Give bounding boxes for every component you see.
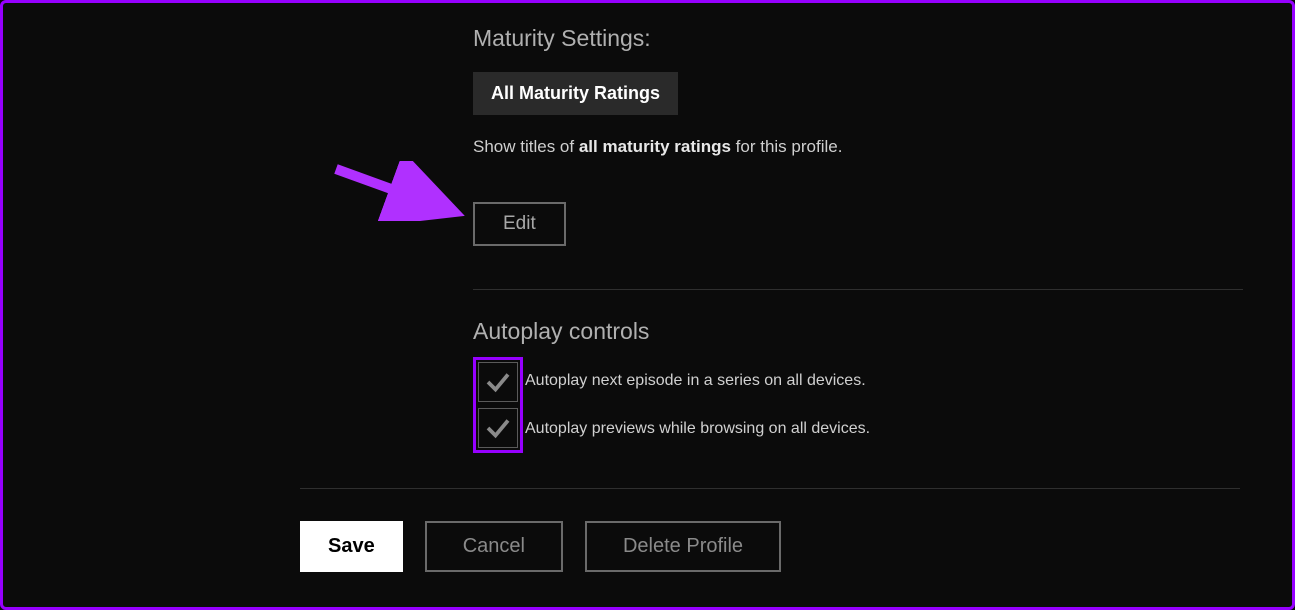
- footer-divider: [300, 488, 1240, 489]
- section-divider: [473, 289, 1243, 290]
- cancel-button[interactable]: Cancel: [425, 521, 563, 572]
- maturity-description: Show titles of all maturity ratings for …: [473, 137, 1243, 157]
- save-button[interactable]: Save: [300, 521, 403, 572]
- checkbox-highlight-box: [473, 357, 523, 453]
- edit-button[interactable]: Edit: [473, 202, 566, 246]
- maturity-settings-title: Maturity Settings:: [473, 25, 1243, 52]
- delete-profile-button[interactable]: Delete Profile: [585, 521, 781, 572]
- annotation-arrow-icon: [331, 161, 471, 221]
- autoplay-controls-title: Autoplay controls: [473, 318, 1243, 345]
- maturity-rating-badge: All Maturity Ratings: [473, 72, 678, 115]
- autoplay-previews-label: Autoplay previews while browsing on all …: [525, 405, 870, 453]
- autoplay-next-episode-checkbox[interactable]: [478, 362, 518, 402]
- autoplay-next-episode-label: Autoplay next episode in a series on all…: [525, 357, 870, 405]
- checkmark-icon: [483, 413, 513, 443]
- autoplay-previews-checkbox[interactable]: [478, 408, 518, 448]
- checkmark-icon: [483, 367, 513, 397]
